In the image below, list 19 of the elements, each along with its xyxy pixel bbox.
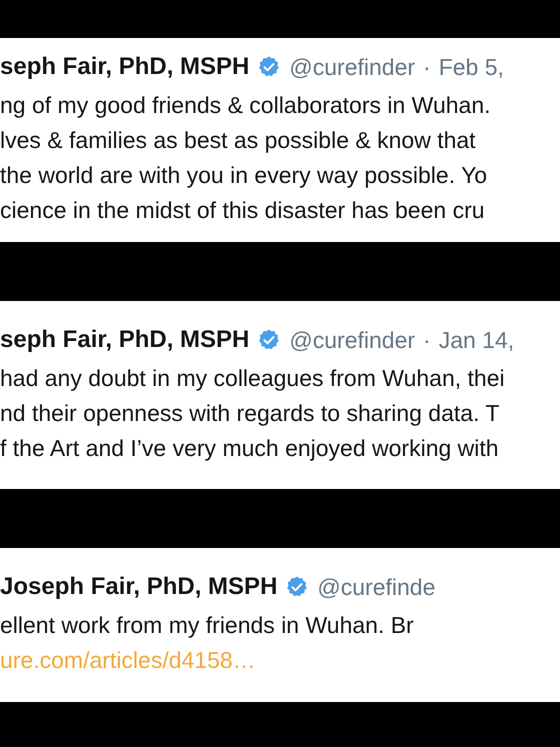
tweet-text-line: had any doubt in my colleagues from Wuhan, thei xyxy=(0,364,505,393)
tweet-text-line: nd their openness with regards to sharing data. T xyxy=(0,398,500,428)
author-name: seph Fair, PhD, MSPH xyxy=(0,52,250,82)
tweet-text-line: ellent work from my friends in Wuhan. Br xyxy=(0,611,414,640)
tweet-text-line: ng of my good friends & collaborators in Wuhan. xyxy=(0,91,491,120)
tweet-text-line: cience in the midst of this disaster has been cru xyxy=(0,196,485,225)
tweet-text-line: the world are with you in every way possible. Yo xyxy=(0,161,488,190)
tweet-text-line: f the Art and I’ve very much enjoyed working with xyxy=(0,434,499,463)
tweet-date: Jan 14, xyxy=(438,326,514,354)
author-handle: @curefinde xyxy=(317,573,436,602)
article-link[interactable]: ure.com/articles/d4158… xyxy=(0,643,256,678)
separator: · xyxy=(423,53,431,82)
author-handle: @curefinder xyxy=(289,326,416,354)
separator: · xyxy=(423,326,431,354)
author-name: seph Fair, PhD, MSPH xyxy=(0,324,250,354)
tweet-date: Feb 5, xyxy=(438,53,504,82)
author-name: Joseph Fair, PhD, MSPH xyxy=(0,572,278,602)
author-handle: @curefinder xyxy=(289,53,416,82)
tweet-text-line: lves & families as best as possible & know that xyxy=(0,126,476,155)
